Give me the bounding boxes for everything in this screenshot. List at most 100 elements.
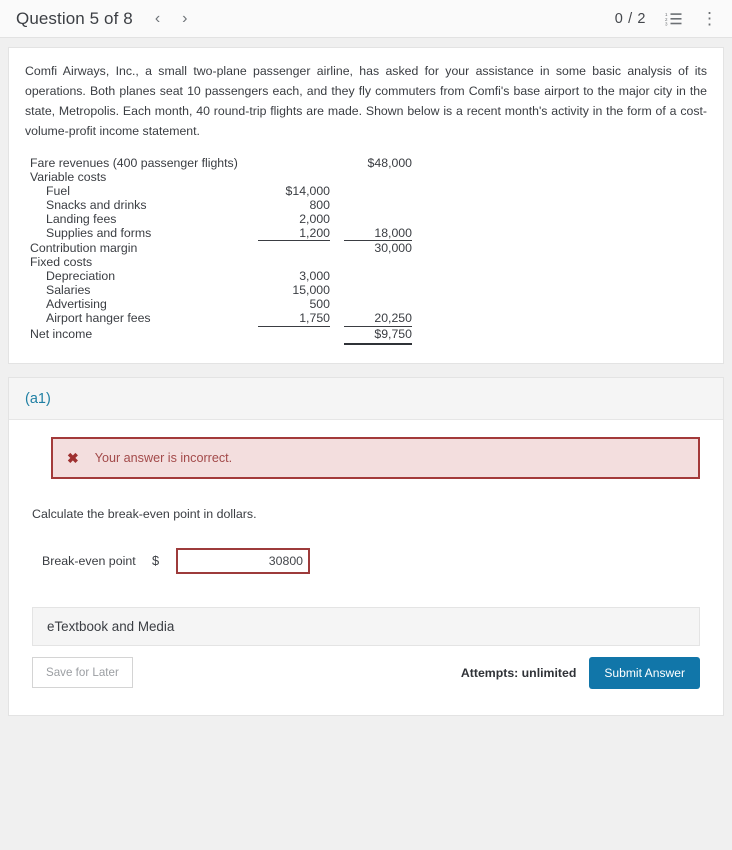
row-col1 bbox=[258, 255, 330, 269]
question-prompt: Calculate the break-even point in dollar… bbox=[32, 506, 257, 521]
row-label: Salaries bbox=[46, 283, 91, 298]
numbered-list-icon[interactable]: 1 2 3 bbox=[665, 11, 682, 26]
table-row: Airport hanger fees 1,750 20,250 bbox=[30, 311, 412, 325]
chevron-left-icon[interactable]: ‹ bbox=[155, 10, 160, 27]
row-label: Fuel bbox=[46, 183, 70, 198]
column-gap bbox=[330, 156, 344, 170]
row-col2: 20,250 bbox=[374, 311, 412, 326]
score-display: 0 / 2 bbox=[614, 10, 646, 27]
column-gap bbox=[330, 212, 344, 226]
rule-col2 bbox=[344, 340, 412, 345]
answer-footer: Save for Later Attempts: unlimited Submi… bbox=[32, 656, 700, 689]
row-col1 bbox=[258, 156, 330, 170]
currency-symbol: $ bbox=[152, 553, 160, 569]
alert-message: Your answer is incorrect. bbox=[94, 450, 233, 465]
row-col2 bbox=[344, 184, 412, 198]
row-label: Supplies and forms bbox=[46, 225, 152, 240]
question-toolbar: Question 5 of 8 ‹ › 0 / 2 1 2 3 ⋮ bbox=[0, 0, 732, 38]
table-row: Snacks and drinks 800 bbox=[30, 198, 412, 212]
row-col1: 1,200 bbox=[299, 225, 330, 240]
svg-text:3: 3 bbox=[665, 22, 668, 26]
break-even-answer-row: Break-even point $ bbox=[42, 547, 703, 574]
break-even-input[interactable] bbox=[176, 547, 310, 574]
answer-part-card: (a1) ✖ Your answer is incorrect. Calcula… bbox=[8, 376, 724, 716]
problem-intro-text: Comfi Airways, Inc., a small two-plane p… bbox=[25, 64, 707, 138]
row-col2: $48,000 bbox=[367, 155, 412, 170]
row-label: Net income bbox=[30, 326, 93, 341]
row-col2: $9,750 bbox=[374, 326, 412, 341]
column-gap bbox=[330, 311, 344, 325]
row-col2: 18,000 bbox=[374, 225, 412, 240]
row-col2 bbox=[344, 212, 412, 226]
row-col2 bbox=[344, 283, 412, 297]
row-col2 bbox=[344, 269, 412, 283]
answer-body: ✖ Your answer is incorrect. Calculate th… bbox=[9, 420, 723, 715]
row-label: Fare revenues (400 passenger flights) bbox=[30, 155, 238, 170]
column-gap bbox=[330, 326, 344, 341]
chevron-right-icon[interactable]: › bbox=[182, 10, 187, 27]
column-gap bbox=[330, 241, 344, 256]
row-col1: 15,000 bbox=[292, 283, 330, 298]
row-col1: $14,000 bbox=[285, 183, 330, 198]
row-label: Snacks and drinks bbox=[46, 197, 147, 212]
submit-answer-button[interactable]: Submit Answer bbox=[589, 656, 700, 689]
table-row: Depreciation 3,000 bbox=[30, 269, 412, 283]
table-row: Supplies and forms 1,200 18,000 bbox=[30, 226, 412, 240]
column-gap bbox=[330, 283, 344, 297]
row-col1: 2,000 bbox=[299, 211, 330, 226]
table-row: Fixed costs bbox=[30, 255, 412, 269]
row-col2: 30,000 bbox=[374, 241, 412, 256]
row-label: Landing fees bbox=[46, 211, 117, 226]
page-title: Question 5 of 8 bbox=[16, 8, 133, 28]
question-navigation: ‹ › bbox=[155, 10, 188, 27]
income-statement-table: Fare revenues (400 passenger flights) $4… bbox=[30, 156, 412, 345]
table-row: Landing fees 2,000 bbox=[30, 212, 412, 226]
table-row: Fare revenues (400 passenger flights) $4… bbox=[30, 156, 412, 170]
footer-right-group: Attempts: unlimited Submit Answer bbox=[460, 656, 700, 689]
row-col2 bbox=[344, 198, 412, 212]
net-income-rule bbox=[30, 340, 412, 345]
row-label: Variable costs bbox=[30, 169, 107, 184]
row-label: Airport hanger fees bbox=[46, 311, 151, 326]
column-gap bbox=[330, 341, 344, 344]
row-col2 bbox=[344, 255, 412, 269]
row-col1 bbox=[258, 326, 330, 341]
row-label: Advertising bbox=[46, 297, 107, 312]
table-row: Fuel $14,000 bbox=[30, 184, 412, 198]
column-gap bbox=[330, 198, 344, 212]
part-label-header: (a1) bbox=[9, 377, 723, 420]
row-col1 bbox=[258, 241, 330, 256]
row-col2 bbox=[344, 297, 412, 311]
table-row: Contribution margin 30,000 bbox=[30, 241, 412, 256]
break-even-label: Break-even point bbox=[42, 553, 136, 568]
column-gap bbox=[330, 170, 344, 184]
row-col1: 3,000 bbox=[299, 269, 330, 284]
table-row: Variable costs bbox=[30, 170, 412, 184]
error-x-icon: ✖ bbox=[67, 449, 79, 466]
kebab-menu-icon[interactable]: ⋮ bbox=[701, 10, 718, 27]
toolbar-right-group: 0 / 2 1 2 3 ⋮ bbox=[615, 10, 718, 27]
row-col1: 1,750 bbox=[299, 311, 330, 326]
attempts-label: Attempts: unlimited bbox=[460, 665, 577, 680]
row-col1 bbox=[258, 170, 330, 184]
save-for-later-button[interactable]: Save for Later bbox=[32, 657, 133, 689]
column-gap bbox=[330, 184, 344, 198]
table-row: Salaries 15,000 bbox=[30, 283, 412, 297]
row-label: Depreciation bbox=[46, 269, 116, 284]
row-label: Fixed costs bbox=[30, 255, 93, 270]
column-gap bbox=[330, 269, 344, 283]
column-gap bbox=[330, 226, 344, 240]
column-gap bbox=[330, 297, 344, 311]
rule-spacer bbox=[30, 341, 258, 344]
problem-statement-card: Comfi Airways, Inc., a small two-plane p… bbox=[8, 47, 724, 364]
table-row: Advertising 500 bbox=[30, 297, 412, 311]
row-col2 bbox=[344, 170, 412, 184]
rule-col1 bbox=[258, 341, 330, 344]
row-col1: 500 bbox=[309, 297, 330, 312]
column-gap bbox=[330, 255, 344, 269]
etextbook-and-media-bar[interactable]: eTextbook and Media bbox=[32, 606, 700, 646]
table-row: Net income $9,750 bbox=[30, 326, 412, 341]
row-label: Contribution margin bbox=[30, 241, 138, 256]
incorrect-answer-alert: ✖ Your answer is incorrect. bbox=[51, 436, 700, 479]
row-col1: 800 bbox=[309, 197, 330, 212]
